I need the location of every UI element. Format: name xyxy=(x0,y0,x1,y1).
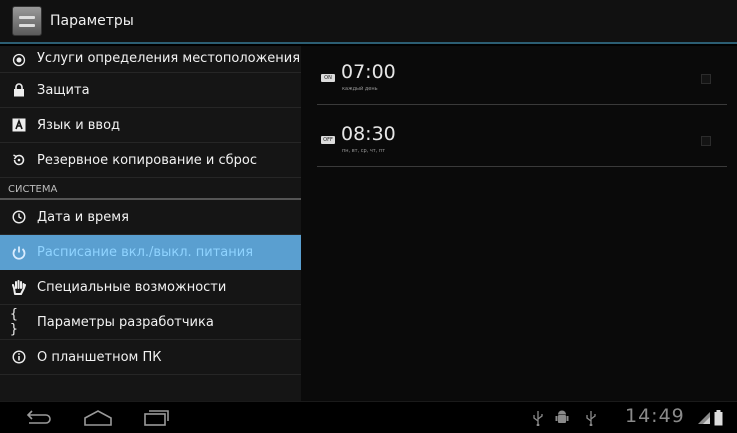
action-bar: Параметры xyxy=(0,0,737,44)
battery-icon xyxy=(714,404,723,432)
settings-item-power-schedule[interactable]: Расписание вкл./выкл. питания xyxy=(0,235,301,270)
settings-list: Услуги определения местоположения Защита… xyxy=(0,46,301,401)
home-icon[interactable] xyxy=(80,406,116,430)
schedule-entry[interactable]: ON 07:00 каждый день xyxy=(317,50,727,105)
settings-item-label: Специальные возможности xyxy=(37,279,227,295)
settings-item-label: Резервное копирование и сброс xyxy=(37,152,258,168)
clock-icon xyxy=(10,208,28,226)
schedule-enable-checkbox[interactable] xyxy=(701,136,711,146)
settings-item-developer[interactable]: { } Параметры разработчика xyxy=(0,305,301,340)
power-off-badge: OFF xyxy=(321,136,335,144)
android-debug-icon xyxy=(555,404,569,432)
settings-item-label: Дата и время xyxy=(37,209,129,225)
power-schedule-icon xyxy=(10,244,28,262)
back-icon[interactable] xyxy=(20,406,54,430)
settings-item-location[interactable]: Услуги определения местоположения xyxy=(0,46,301,73)
usb-icon xyxy=(585,404,597,432)
settings-item-backup[interactable]: Резервное копирование и сброс xyxy=(0,143,301,178)
schedule-days: пн, вт, ср, чт, пт xyxy=(342,148,386,154)
schedule-days: каждый день xyxy=(342,86,378,92)
location-icon xyxy=(10,51,28,69)
settings-item-label: Услуги определения местоположения xyxy=(37,51,301,66)
section-header-system: СИСТЕМА xyxy=(0,178,301,200)
settings-item-label: О планшетном ПК xyxy=(37,349,162,365)
settings-item-security[interactable]: Защита xyxy=(0,73,301,108)
settings-app-icon[interactable] xyxy=(12,6,42,36)
recent-apps-icon[interactable] xyxy=(138,406,172,430)
settings-item-label: Параметры разработчика xyxy=(37,314,214,330)
usb-icon xyxy=(532,404,544,432)
lock-icon xyxy=(10,81,28,99)
system-navigation-bar: 14:49 xyxy=(0,401,737,433)
accessibility-hand-icon xyxy=(10,278,28,296)
signal-icon xyxy=(697,404,711,432)
settings-item-label: Защита xyxy=(37,82,90,98)
settings-item-about[interactable]: О планшетном ПК xyxy=(0,340,301,375)
backup-icon xyxy=(10,151,28,169)
schedule-time: 07:00 xyxy=(341,61,396,83)
schedule-time: 08:30 xyxy=(341,123,396,145)
settings-item-date-time[interactable]: Дата и время xyxy=(0,200,301,235)
schedule-entry[interactable]: OFF 08:30 пн, вт, ср, чт, пт xyxy=(317,112,727,167)
app-title: Параметры xyxy=(50,13,134,29)
settings-item-accessibility[interactable]: Специальные возможности xyxy=(0,270,301,305)
info-icon xyxy=(10,348,28,366)
schedule-enable-checkbox[interactable] xyxy=(701,74,711,84)
power-schedule-panel: ON 07:00 каждый день OFF 08:30 пн, вт, с… xyxy=(301,46,737,401)
settings-item-language[interactable]: Язык и ввод xyxy=(0,108,301,143)
language-icon xyxy=(10,116,28,134)
power-on-badge: ON xyxy=(321,74,335,82)
settings-item-label: Язык и ввод xyxy=(37,117,121,133)
settings-item-label: Расписание вкл./выкл. питания xyxy=(37,245,254,260)
status-clock[interactable]: 14:49 xyxy=(625,405,685,427)
braces-icon: { } xyxy=(10,307,18,337)
